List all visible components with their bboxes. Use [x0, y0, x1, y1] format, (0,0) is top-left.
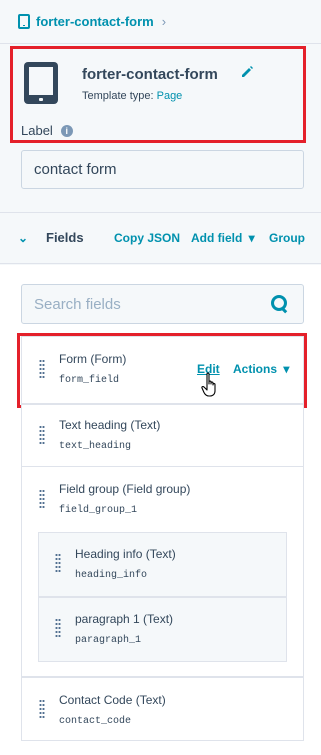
- add-field-button[interactable]: Add field ▾: [191, 231, 255, 245]
- field-row-heading-info[interactable]: Heading info (Text) heading_info: [38, 532, 287, 597]
- field-name: Form (Form): [59, 352, 127, 366]
- field-name: Contact Code (Text): [59, 693, 166, 707]
- label-row: Label i: [21, 123, 73, 138]
- chevron-down-icon[interactable]: ⌄: [18, 231, 28, 245]
- field-key: field_group_1: [59, 505, 138, 516]
- field-key: text_heading: [59, 441, 132, 452]
- drag-handle-icon[interactable]: [39, 359, 45, 379]
- drag-handle-icon[interactable]: [55, 618, 61, 638]
- breadcrumb: forter-contact-form ›: [0, 0, 321, 44]
- template-type: Template type: Page: [82, 90, 182, 102]
- drag-handle-icon[interactable]: [39, 699, 45, 719]
- search-icon[interactable]: [271, 295, 289, 313]
- search-box: [21, 284, 304, 324]
- group-button[interactable]: Group: [269, 231, 305, 245]
- template-type-value[interactable]: Page: [157, 90, 183, 102]
- actions-dropdown[interactable]: Actions ▾: [233, 362, 289, 376]
- copy-json-button[interactable]: Copy JSON: [114, 231, 180, 245]
- info-icon[interactable]: i: [60, 124, 73, 137]
- field-name: Heading info (Text): [75, 547, 176, 561]
- drag-handle-icon[interactable]: [39, 489, 45, 509]
- field-row-text-heading[interactable]: Text heading (Text) text_heading: [21, 404, 304, 467]
- field-key: paragraph_1: [75, 635, 142, 646]
- search-input[interactable]: [22, 295, 271, 313]
- fields-title: Fields: [46, 230, 84, 245]
- actions-label: Actions: [233, 362, 278, 376]
- device-icon: [18, 14, 30, 29]
- module-title: forter-contact-form: [82, 66, 218, 83]
- field-name: Text heading (Text): [59, 418, 161, 432]
- field-name: paragraph 1 (Text): [75, 612, 174, 626]
- breadcrumb-module-link[interactable]: forter-contact-form: [36, 14, 154, 29]
- drag-handle-icon[interactable]: [39, 425, 45, 445]
- field-key: contact_code: [59, 716, 132, 727]
- hand-cursor-icon: [201, 372, 216, 397]
- template-type-label: Template type:: [82, 90, 154, 102]
- field-key: heading_info: [75, 570, 148, 581]
- field-row-paragraph-1[interactable]: paragraph 1 (Text) paragraph_1: [38, 597, 287, 662]
- drag-handle-icon[interactable]: [55, 553, 61, 573]
- fields-bar: ⌄ Fields Copy JSON Add field ▾ Group: [0, 212, 321, 264]
- label-heading: Label: [21, 123, 53, 138]
- pencil-icon[interactable]: [240, 65, 254, 79]
- add-field-label: Add field: [191, 231, 243, 245]
- label-input[interactable]: [21, 150, 304, 189]
- field-key: form_field: [59, 375, 120, 386]
- caret-down-icon: ▾: [283, 362, 290, 376]
- caret-down-icon: ▾: [248, 231, 255, 245]
- template-icon: [24, 62, 58, 104]
- field-row-contact-code[interactable]: Contact Code (Text) contact_code: [21, 677, 304, 741]
- field-name: Field group (Field group): [59, 482, 191, 496]
- chevron-right-icon: ›: [161, 14, 167, 29]
